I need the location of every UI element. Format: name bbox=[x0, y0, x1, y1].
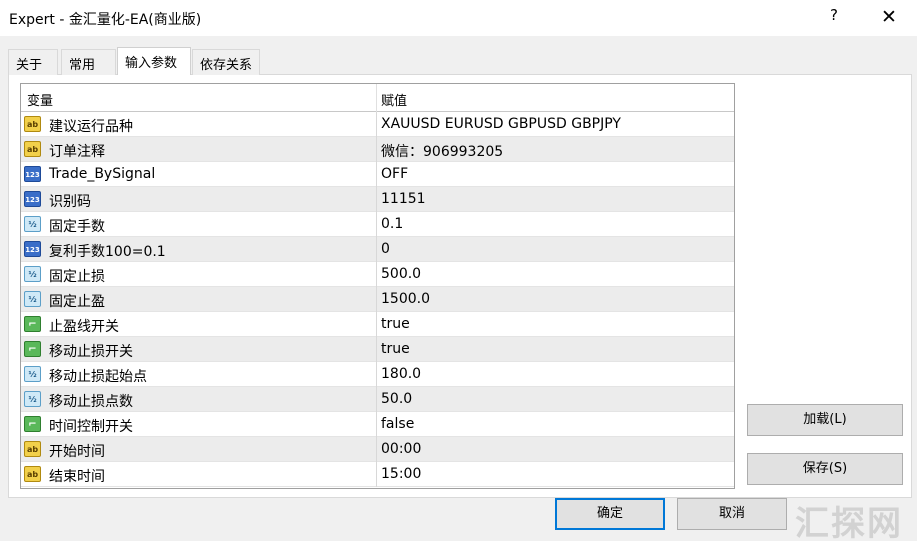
param-value[interactable]: true bbox=[381, 341, 410, 357]
param-value[interactable]: 500.0 bbox=[381, 266, 421, 282]
column-divider bbox=[376, 437, 377, 462]
param-name: 移动止损点数 bbox=[49, 394, 133, 410]
ok-button[interactable]: 确定 bbox=[555, 498, 665, 530]
param-value[interactable]: 11151 bbox=[381, 191, 426, 207]
bool-toggle-icon: ⌐ bbox=[24, 341, 41, 357]
param-value[interactable]: 180.0 bbox=[381, 366, 421, 382]
column-divider bbox=[376, 162, 377, 187]
column-divider bbox=[376, 137, 377, 162]
column-divider bbox=[376, 262, 377, 287]
param-row[interactable]: 123 Trade_BySignal OFF bbox=[21, 162, 734, 187]
column-divider bbox=[376, 112, 377, 137]
param-row[interactable]: ⌐ 移动止损开关 true bbox=[21, 337, 734, 362]
column-divider bbox=[376, 312, 377, 337]
param-name: 止盈线开关 bbox=[49, 319, 119, 335]
param-name: 结束时间 bbox=[49, 469, 105, 485]
param-row[interactable]: ⌐ 止盈线开关 true bbox=[21, 312, 734, 337]
bool-toggle-icon: ⌐ bbox=[24, 416, 41, 432]
column-divider bbox=[376, 237, 377, 262]
123-integer-icon: 123 bbox=[24, 241, 41, 257]
param-name: 订单注释 bbox=[49, 144, 105, 160]
param-value[interactable]: 1500.0 bbox=[381, 291, 430, 307]
ab-string-icon: ab bbox=[24, 466, 41, 482]
column-divider bbox=[376, 337, 377, 362]
column-divider bbox=[376, 462, 377, 487]
param-row[interactable]: ½ 移动止损起始点 180.0 bbox=[21, 362, 734, 387]
param-row[interactable]: 123 识别码 11151 bbox=[21, 187, 734, 212]
param-value[interactable]: false bbox=[381, 416, 414, 432]
title-bar: Expert - 金汇量化-EA(商业版) ? ✕ bbox=[0, 0, 917, 36]
fraction-double-icon: ½ bbox=[24, 391, 41, 407]
param-value[interactable]: 15:00 bbox=[381, 466, 421, 482]
param-row[interactable]: ab 结束时间 15:00 bbox=[21, 462, 734, 487]
param-name: 移动止损开关 bbox=[49, 344, 133, 360]
close-icon[interactable]: ✕ bbox=[878, 6, 900, 28]
param-value[interactable]: 0.1 bbox=[381, 216, 403, 232]
param-name: 识别码 bbox=[49, 194, 91, 210]
param-row[interactable]: ab 开始时间 00:00 bbox=[21, 437, 734, 462]
param-row[interactable]: ½ 移动止损点数 50.0 bbox=[21, 387, 734, 412]
fraction-double-icon: ½ bbox=[24, 266, 41, 282]
param-value[interactable]: 0 bbox=[381, 241, 390, 257]
ab-string-icon: ab bbox=[24, 141, 41, 157]
param-row[interactable]: ab 建议运行品种 XAUUSD EURUSD GBPUSD GBPJPY bbox=[21, 112, 734, 137]
bool-toggle-icon: ⌐ bbox=[24, 316, 41, 332]
column-divider bbox=[376, 187, 377, 212]
param-row[interactable]: ⌐ 时间控制开关 false bbox=[21, 412, 734, 437]
param-value[interactable]: 微信：906993205 bbox=[381, 141, 503, 161]
param-value[interactable]: 50.0 bbox=[381, 391, 412, 407]
column-divider bbox=[376, 387, 377, 412]
window-title: Expert - 金汇量化-EA(商业版) bbox=[9, 12, 202, 28]
param-row[interactable]: ½ 固定止损 500.0 bbox=[21, 262, 734, 287]
parameters-grid: 变量 赋值 ab 建议运行品种 XAUUSD EURUSD GBPUSD GBPJP… bbox=[20, 83, 735, 489]
param-value[interactable]: XAUUSD EURUSD GBPUSD GBPJPY bbox=[381, 116, 621, 132]
fraction-double-icon: ½ bbox=[24, 216, 41, 232]
param-name: 开始时间 bbox=[49, 444, 105, 460]
param-name: 建议运行品种 bbox=[49, 119, 133, 135]
save-button[interactable]: 保存(S) bbox=[747, 453, 903, 485]
param-row[interactable]: ab 订单注释 微信：906993205 bbox=[21, 137, 734, 162]
param-name: 固定手数 bbox=[49, 219, 105, 235]
param-name: Trade_BySignal bbox=[49, 166, 156, 182]
column-divider bbox=[376, 287, 377, 312]
param-value[interactable]: true bbox=[381, 316, 410, 332]
123-integer-icon: 123 bbox=[24, 191, 41, 207]
header-divider[interactable] bbox=[376, 84, 377, 112]
tab-common[interactable]: 常用 bbox=[61, 49, 116, 75]
param-value[interactable]: 00:00 bbox=[381, 441, 421, 457]
param-name: 时间控制开关 bbox=[49, 419, 133, 435]
tab-about[interactable]: 关于 bbox=[8, 49, 58, 75]
load-button[interactable]: 加载(L) bbox=[747, 404, 903, 436]
header-value[interactable]: 赋值 bbox=[381, 90, 407, 109]
param-name: 移动止损起始点 bbox=[49, 369, 147, 385]
column-divider bbox=[376, 212, 377, 237]
tab-dependencies[interactable]: 依存关系 bbox=[192, 49, 260, 75]
ab-string-icon: ab bbox=[24, 116, 41, 132]
param-name: 复利手数100=0.1 bbox=[49, 244, 166, 260]
param-value[interactable]: OFF bbox=[381, 166, 408, 182]
help-icon[interactable]: ? bbox=[826, 6, 842, 28]
param-row[interactable]: 123 复利手数100=0.1 0 bbox=[21, 237, 734, 262]
fraction-double-icon: ½ bbox=[24, 291, 41, 307]
column-divider bbox=[376, 362, 377, 387]
param-name: 固定止损 bbox=[49, 269, 105, 285]
watermark-logo: 汇探网 bbox=[795, 504, 903, 540]
grid-header: 变量 赋值 bbox=[21, 84, 734, 112]
ab-string-icon: ab bbox=[24, 441, 41, 457]
param-row[interactable]: ½ 固定止盈 1500.0 bbox=[21, 287, 734, 312]
column-divider bbox=[376, 412, 377, 437]
fraction-double-icon: ½ bbox=[24, 366, 41, 382]
tab-input-params[interactable]: 输入参数 bbox=[117, 47, 191, 75]
cancel-button[interactable]: 取消 bbox=[677, 498, 787, 530]
header-variable[interactable]: 变量 bbox=[27, 90, 53, 109]
param-row[interactable]: ½ 固定手数 0.1 bbox=[21, 212, 734, 237]
123-integer-icon: 123 bbox=[24, 166, 41, 182]
param-name: 固定止盈 bbox=[49, 294, 105, 310]
